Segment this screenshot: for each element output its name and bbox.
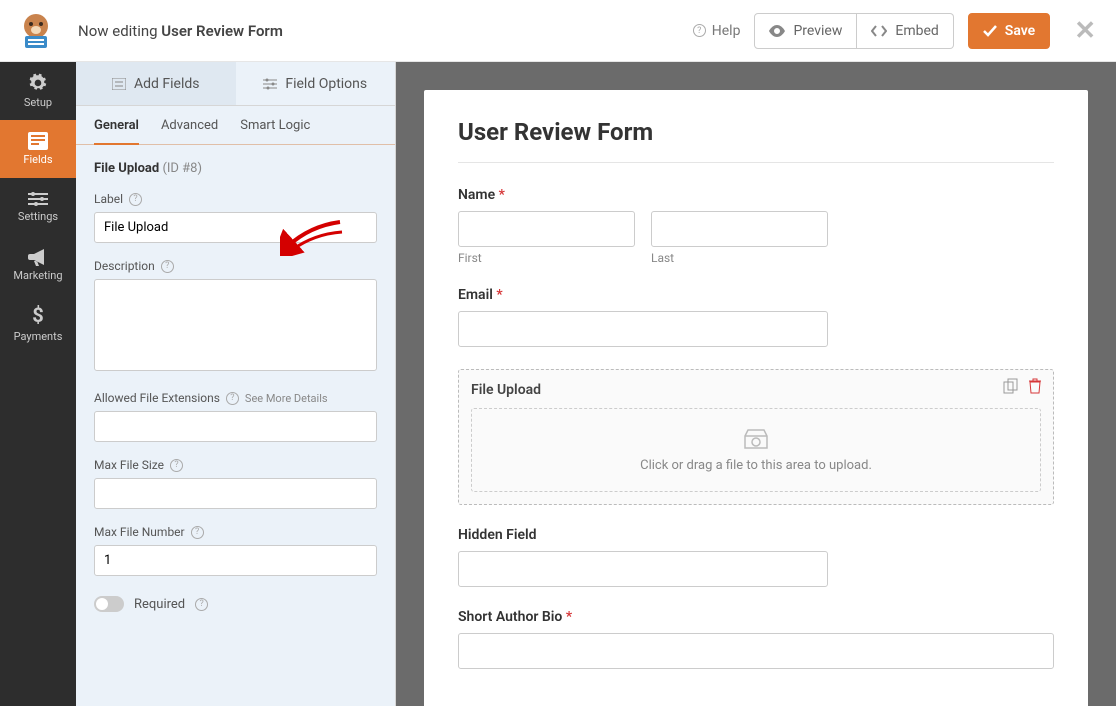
label-input[interactable]	[94, 212, 377, 243]
upload-hint: Click or drag a file to this area to upl…	[640, 458, 872, 473]
hidden-input[interactable]	[458, 551, 828, 587]
field-name[interactable]: Name * First Last	[458, 187, 1054, 265]
field-email[interactable]: Email *	[458, 287, 1054, 347]
left-nav: Setup Fields Settings Marketing $ Paymen…	[0, 62, 76, 706]
help-icon[interactable]: ?	[226, 392, 239, 405]
nav-settings[interactable]: Settings	[0, 178, 76, 236]
megaphone-icon	[28, 248, 48, 266]
editing-label: Now editing User Review Form	[78, 22, 283, 40]
field-file-upload[interactable]: File Upload Click or drag a file to this…	[458, 369, 1054, 505]
nav-setup[interactable]: Setup	[0, 62, 76, 120]
gear-icon	[28, 73, 48, 93]
top-bar: Now editing User Review Form ? Help Prev…	[0, 0, 1116, 62]
preview-button[interactable]: Preview	[754, 13, 857, 49]
nav-payments[interactable]: $ Payments	[0, 294, 76, 352]
form-preview: User Review Form Name * First Last Email…	[424, 90, 1088, 706]
field-bio[interactable]: Short Author Bio *	[458, 609, 1054, 669]
tab-add-fields[interactable]: Add Fields	[76, 62, 236, 105]
extensions-input[interactable]	[94, 411, 377, 442]
upload-zone[interactable]: Click or drag a file to this area to upl…	[471, 408, 1041, 492]
form-icon	[28, 132, 48, 150]
help-icon[interactable]: ?	[195, 598, 208, 611]
field-title: File Upload (ID #8)	[94, 161, 377, 176]
help-icon[interactable]: ?	[170, 459, 183, 472]
max-number-input[interactable]	[94, 545, 377, 576]
save-button[interactable]: Save	[968, 13, 1050, 49]
code-icon	[871, 25, 887, 37]
delete-icon[interactable]	[1027, 378, 1043, 394]
subtab-smart-logic[interactable]: Smart Logic	[240, 118, 310, 144]
help-icon[interactable]: ?	[129, 193, 142, 206]
extensions-label: Allowed File Extensions?See More Details	[94, 391, 377, 405]
eye-icon	[769, 25, 785, 37]
help-icon: ?	[693, 24, 706, 37]
help-icon[interactable]: ?	[191, 526, 204, 539]
sliders-icon	[28, 191, 48, 207]
required-label: Required	[134, 597, 185, 612]
close-icon[interactable]: ✕	[1074, 16, 1096, 46]
nav-marketing[interactable]: Marketing	[0, 236, 76, 294]
side-panel: Add Fields Field Options General Advance…	[76, 62, 396, 706]
embed-button[interactable]: Embed	[857, 13, 953, 49]
label-label: Label?	[94, 192, 377, 206]
help-link[interactable]: ? Help	[693, 23, 741, 39]
form-title: User Review Form	[458, 118, 1054, 163]
subtab-advanced[interactable]: Advanced	[161, 118, 218, 144]
canvas: User Review Form Name * First Last Email…	[396, 62, 1116, 706]
required-toggle[interactable]	[94, 596, 124, 612]
last-sublabel: Last	[651, 251, 828, 265]
tab-field-options[interactable]: Field Options	[236, 62, 396, 105]
duplicate-icon[interactable]	[1003, 378, 1019, 394]
email-input[interactable]	[458, 311, 828, 347]
check-icon	[983, 25, 997, 37]
help-icon[interactable]: ?	[161, 260, 174, 273]
subtab-general[interactable]: General	[94, 118, 139, 145]
description-input[interactable]	[94, 279, 377, 371]
max-number-label: Max File Number?	[94, 525, 377, 539]
add-fields-icon	[112, 78, 126, 90]
first-name-input[interactable]	[458, 211, 635, 247]
see-more-link[interactable]: See More Details	[245, 392, 328, 405]
max-size-label: Max File Size?	[94, 458, 377, 472]
options-icon	[263, 78, 277, 90]
description-label: Description?	[94, 259, 377, 273]
bio-input[interactable]	[458, 633, 1054, 669]
dollar-icon: $	[32, 303, 43, 327]
first-sublabel: First	[458, 251, 635, 265]
nav-fields[interactable]: Fields	[0, 120, 76, 178]
last-name-input[interactable]	[651, 211, 828, 247]
field-hidden[interactable]: Hidden Field	[458, 527, 1054, 587]
upload-icon	[743, 428, 769, 450]
logo-icon	[14, 9, 58, 53]
max-size-input[interactable]	[94, 478, 377, 509]
